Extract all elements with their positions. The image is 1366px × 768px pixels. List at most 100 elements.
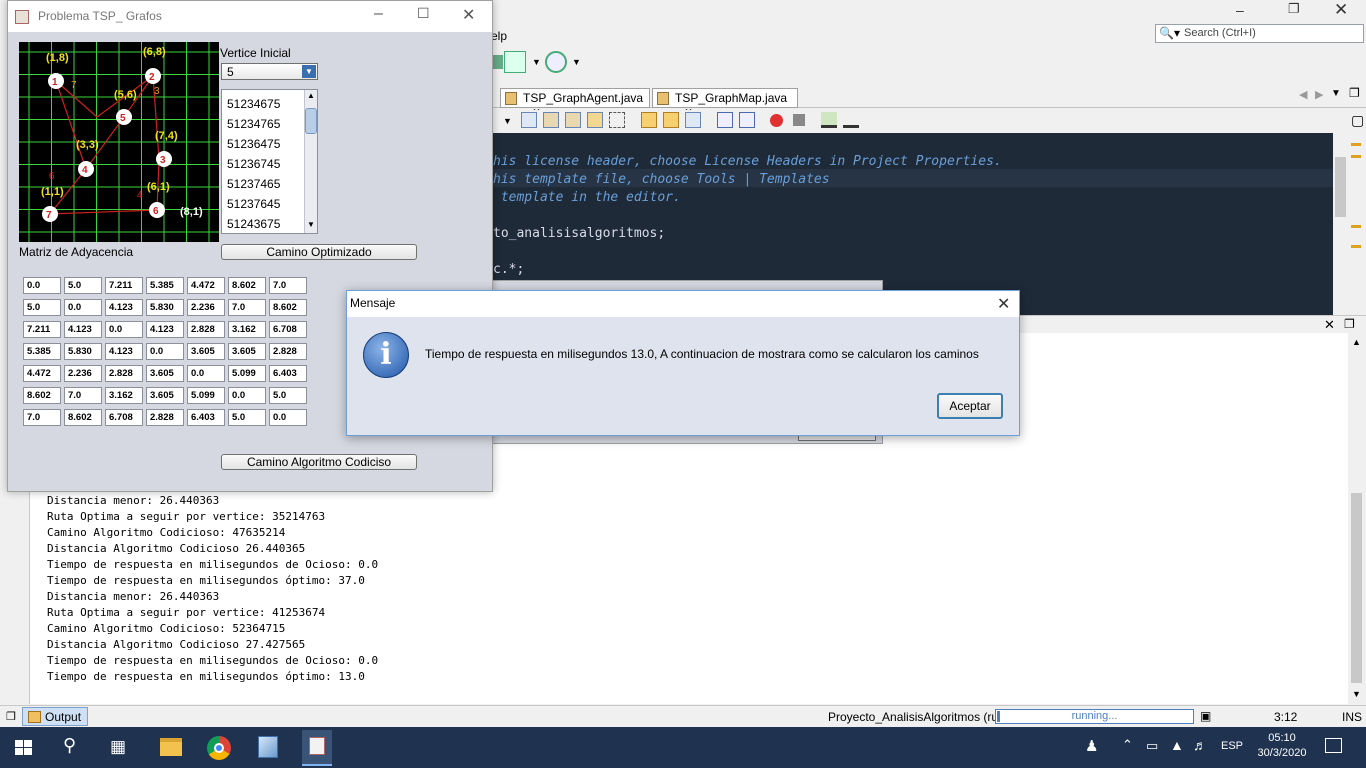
tsp-titlebar[interactable]: Problema TSP_ Grafos – ☐ ✕ bbox=[8, 1, 492, 32]
file-explorer-icon[interactable] bbox=[160, 738, 182, 756]
routes-scrollbar[interactable]: ▲ ▼ bbox=[304, 90, 317, 233]
history-dropdown-icon[interactable]: ▼ bbox=[503, 116, 512, 126]
graph-node[interactable]: 2 bbox=[145, 68, 161, 84]
scroll-down-icon[interactable]: ▼ bbox=[307, 220, 315, 229]
matrix-cell[interactable]: 8.602 bbox=[23, 387, 61, 404]
shift-left-icon[interactable] bbox=[717, 112, 733, 128]
route-item[interactable]: 51237465 bbox=[227, 174, 280, 194]
output-restore-icon[interactable]: ❐ bbox=[1344, 317, 1355, 331]
uncomment-icon[interactable] bbox=[843, 112, 859, 128]
matrix-cell[interactable]: 8.602 bbox=[269, 299, 307, 316]
scroll-up-icon[interactable]: ▲ bbox=[1352, 337, 1361, 347]
java-app-taskbar-button[interactable] bbox=[302, 730, 332, 766]
matrix-cell[interactable]: 5.385 bbox=[23, 343, 61, 360]
matrix-cell[interactable]: 7.0 bbox=[228, 299, 266, 316]
tsp-maximize-icon[interactable]: ☐ bbox=[417, 5, 430, 22]
editor-scroll-thumb[interactable] bbox=[1335, 157, 1346, 217]
matrix-cell[interactable]: 6.708 bbox=[105, 409, 143, 426]
matrix-cell[interactable]: 4.123 bbox=[64, 321, 102, 338]
scroll-up-icon[interactable]: ▲ bbox=[307, 91, 315, 100]
maximize-editor-icon[interactable]: ❐ bbox=[1349, 86, 1360, 100]
vertice-select[interactable]: 5 ▼ bbox=[221, 63, 318, 80]
record-macro-icon[interactable] bbox=[770, 114, 783, 127]
tab-scroll-left-icon[interactable]: ◀ bbox=[1299, 88, 1307, 101]
greedy-path-button[interactable]: Camino Algoritmo Codiciso bbox=[221, 454, 417, 470]
windows-start-icon[interactable] bbox=[15, 740, 32, 756]
volume-icon[interactable]: ♬ bbox=[1193, 737, 1207, 753]
profile-icon[interactable] bbox=[545, 51, 567, 73]
matrix-cell[interactable]: 8.602 bbox=[228, 277, 266, 294]
warning-mark[interactable] bbox=[1351, 155, 1361, 158]
matrix-cell[interactable]: 5.0 bbox=[269, 387, 307, 404]
minimize-panel-icon[interactable]: ❐ bbox=[6, 710, 16, 723]
language-indicator[interactable]: ESP bbox=[1221, 740, 1243, 752]
matrix-cell[interactable]: 3.605 bbox=[146, 387, 184, 404]
matrix-cell[interactable]: 0.0 bbox=[105, 321, 143, 338]
routes-list[interactable]: 51234675 51234765 51236475 51236745 5123… bbox=[221, 89, 318, 234]
matrix-cell[interactable]: 0.0 bbox=[23, 277, 61, 294]
chevron-down-icon[interactable]: ▼ bbox=[302, 65, 316, 78]
tab-scroll-right-icon[interactable]: ▶ bbox=[1315, 88, 1323, 101]
tsp-close-icon[interactable]: ✕ bbox=[462, 5, 475, 25]
matrix-cell[interactable]: 4.123 bbox=[146, 321, 184, 338]
route-item[interactable]: 51234765 bbox=[227, 114, 280, 134]
comment-icon[interactable] bbox=[821, 112, 837, 128]
matrix-cell[interactable]: 5.0 bbox=[64, 277, 102, 294]
matrix-cell[interactable]: 0.0 bbox=[269, 409, 307, 426]
matrix-cell[interactable]: 2.828 bbox=[105, 365, 143, 382]
task-view-icon[interactable]: ▦ bbox=[110, 737, 126, 757]
clock[interactable]: 05:10 30/3/2020 bbox=[1254, 731, 1310, 761]
editor-scrollbar[interactable] bbox=[1333, 133, 1347, 315]
matrix-cell[interactable]: 3.605 bbox=[146, 365, 184, 382]
battery-icon[interactable]: ▭ bbox=[1146, 738, 1158, 754]
route-item[interactable]: 51234675 bbox=[227, 94, 280, 114]
graph-node[interactable]: 3 bbox=[156, 151, 172, 167]
find-icon[interactable] bbox=[521, 112, 537, 128]
graph-node[interactable]: 6 bbox=[149, 202, 165, 218]
matrix-cell[interactable]: 6.403 bbox=[269, 365, 307, 382]
notifications-icon[interactable] bbox=[1325, 738, 1342, 753]
matrix-cell[interactable]: 7.0 bbox=[23, 409, 61, 426]
optimized-path-button[interactable]: Camino Optimizado bbox=[221, 244, 417, 260]
output-tab[interactable]: Output bbox=[22, 707, 89, 726]
minimize-icon[interactable]: – bbox=[1236, 2, 1244, 18]
matrix-cell[interactable]: 2.828 bbox=[146, 409, 184, 426]
tab-list-icon[interactable]: ▼ bbox=[1331, 88, 1341, 99]
output-scroll-thumb[interactable] bbox=[1351, 493, 1362, 683]
matrix-cell[interactable]: 4.472 bbox=[23, 365, 61, 382]
menu-help[interactable]: elp bbox=[491, 29, 507, 43]
netbeans-icon[interactable] bbox=[258, 736, 278, 758]
matrix-cell[interactable]: 2.236 bbox=[64, 365, 102, 382]
output-close-icon[interactable]: ✕ bbox=[1324, 317, 1335, 333]
cancel-process-icon[interactable]: ▣ bbox=[1200, 709, 1211, 723]
matrix-cell[interactable]: 0.0 bbox=[187, 365, 225, 382]
graph-node[interactable]: 5 bbox=[116, 109, 132, 125]
matrix-cell[interactable]: 7.0 bbox=[269, 277, 307, 294]
toggle-bookmark-icon[interactable] bbox=[685, 112, 701, 128]
routes-scroll-thumb[interactable] bbox=[305, 108, 317, 134]
matrix-cell[interactable]: 0.0 bbox=[146, 343, 184, 360]
matrix-cell[interactable]: 2.828 bbox=[269, 343, 307, 360]
graph-node[interactable]: 4 bbox=[78, 161, 94, 177]
warning-mark[interactable] bbox=[1351, 245, 1361, 248]
find-next-icon[interactable] bbox=[565, 112, 581, 128]
run-dropdown-icon[interactable]: ▼ bbox=[532, 57, 541, 67]
matrix-cell[interactable]: 5.0 bbox=[23, 299, 61, 316]
run-project-icon[interactable] bbox=[504, 51, 526, 73]
matrix-cell[interactable]: 3.162 bbox=[105, 387, 143, 404]
matrix-cell[interactable]: 7.211 bbox=[105, 277, 143, 294]
dialog-titlebar[interactable]: Mensaje ✕ bbox=[347, 291, 1019, 317]
chevron-up-icon[interactable]: ⌃ bbox=[1122, 737, 1133, 753]
network-icon[interactable]: ▲ bbox=[1170, 737, 1184, 753]
matrix-cell[interactable]: 5.099 bbox=[187, 387, 225, 404]
warning-mark[interactable] bbox=[1351, 143, 1361, 146]
close-icon[interactable]: ✕ bbox=[1334, 0, 1348, 20]
profile-dropdown-icon[interactable]: ▼ bbox=[572, 57, 581, 67]
matrix-cell[interactable]: 5.385 bbox=[146, 277, 184, 294]
tsp-minimize-icon[interactable]: – bbox=[374, 5, 383, 23]
graph-node[interactable]: 7 bbox=[42, 206, 58, 222]
shift-right-icon[interactable] bbox=[739, 112, 755, 128]
matrix-cell[interactable]: 7.0 bbox=[64, 387, 102, 404]
rect-select-icon[interactable] bbox=[609, 112, 625, 128]
matrix-cell[interactable]: 2.828 bbox=[187, 321, 225, 338]
